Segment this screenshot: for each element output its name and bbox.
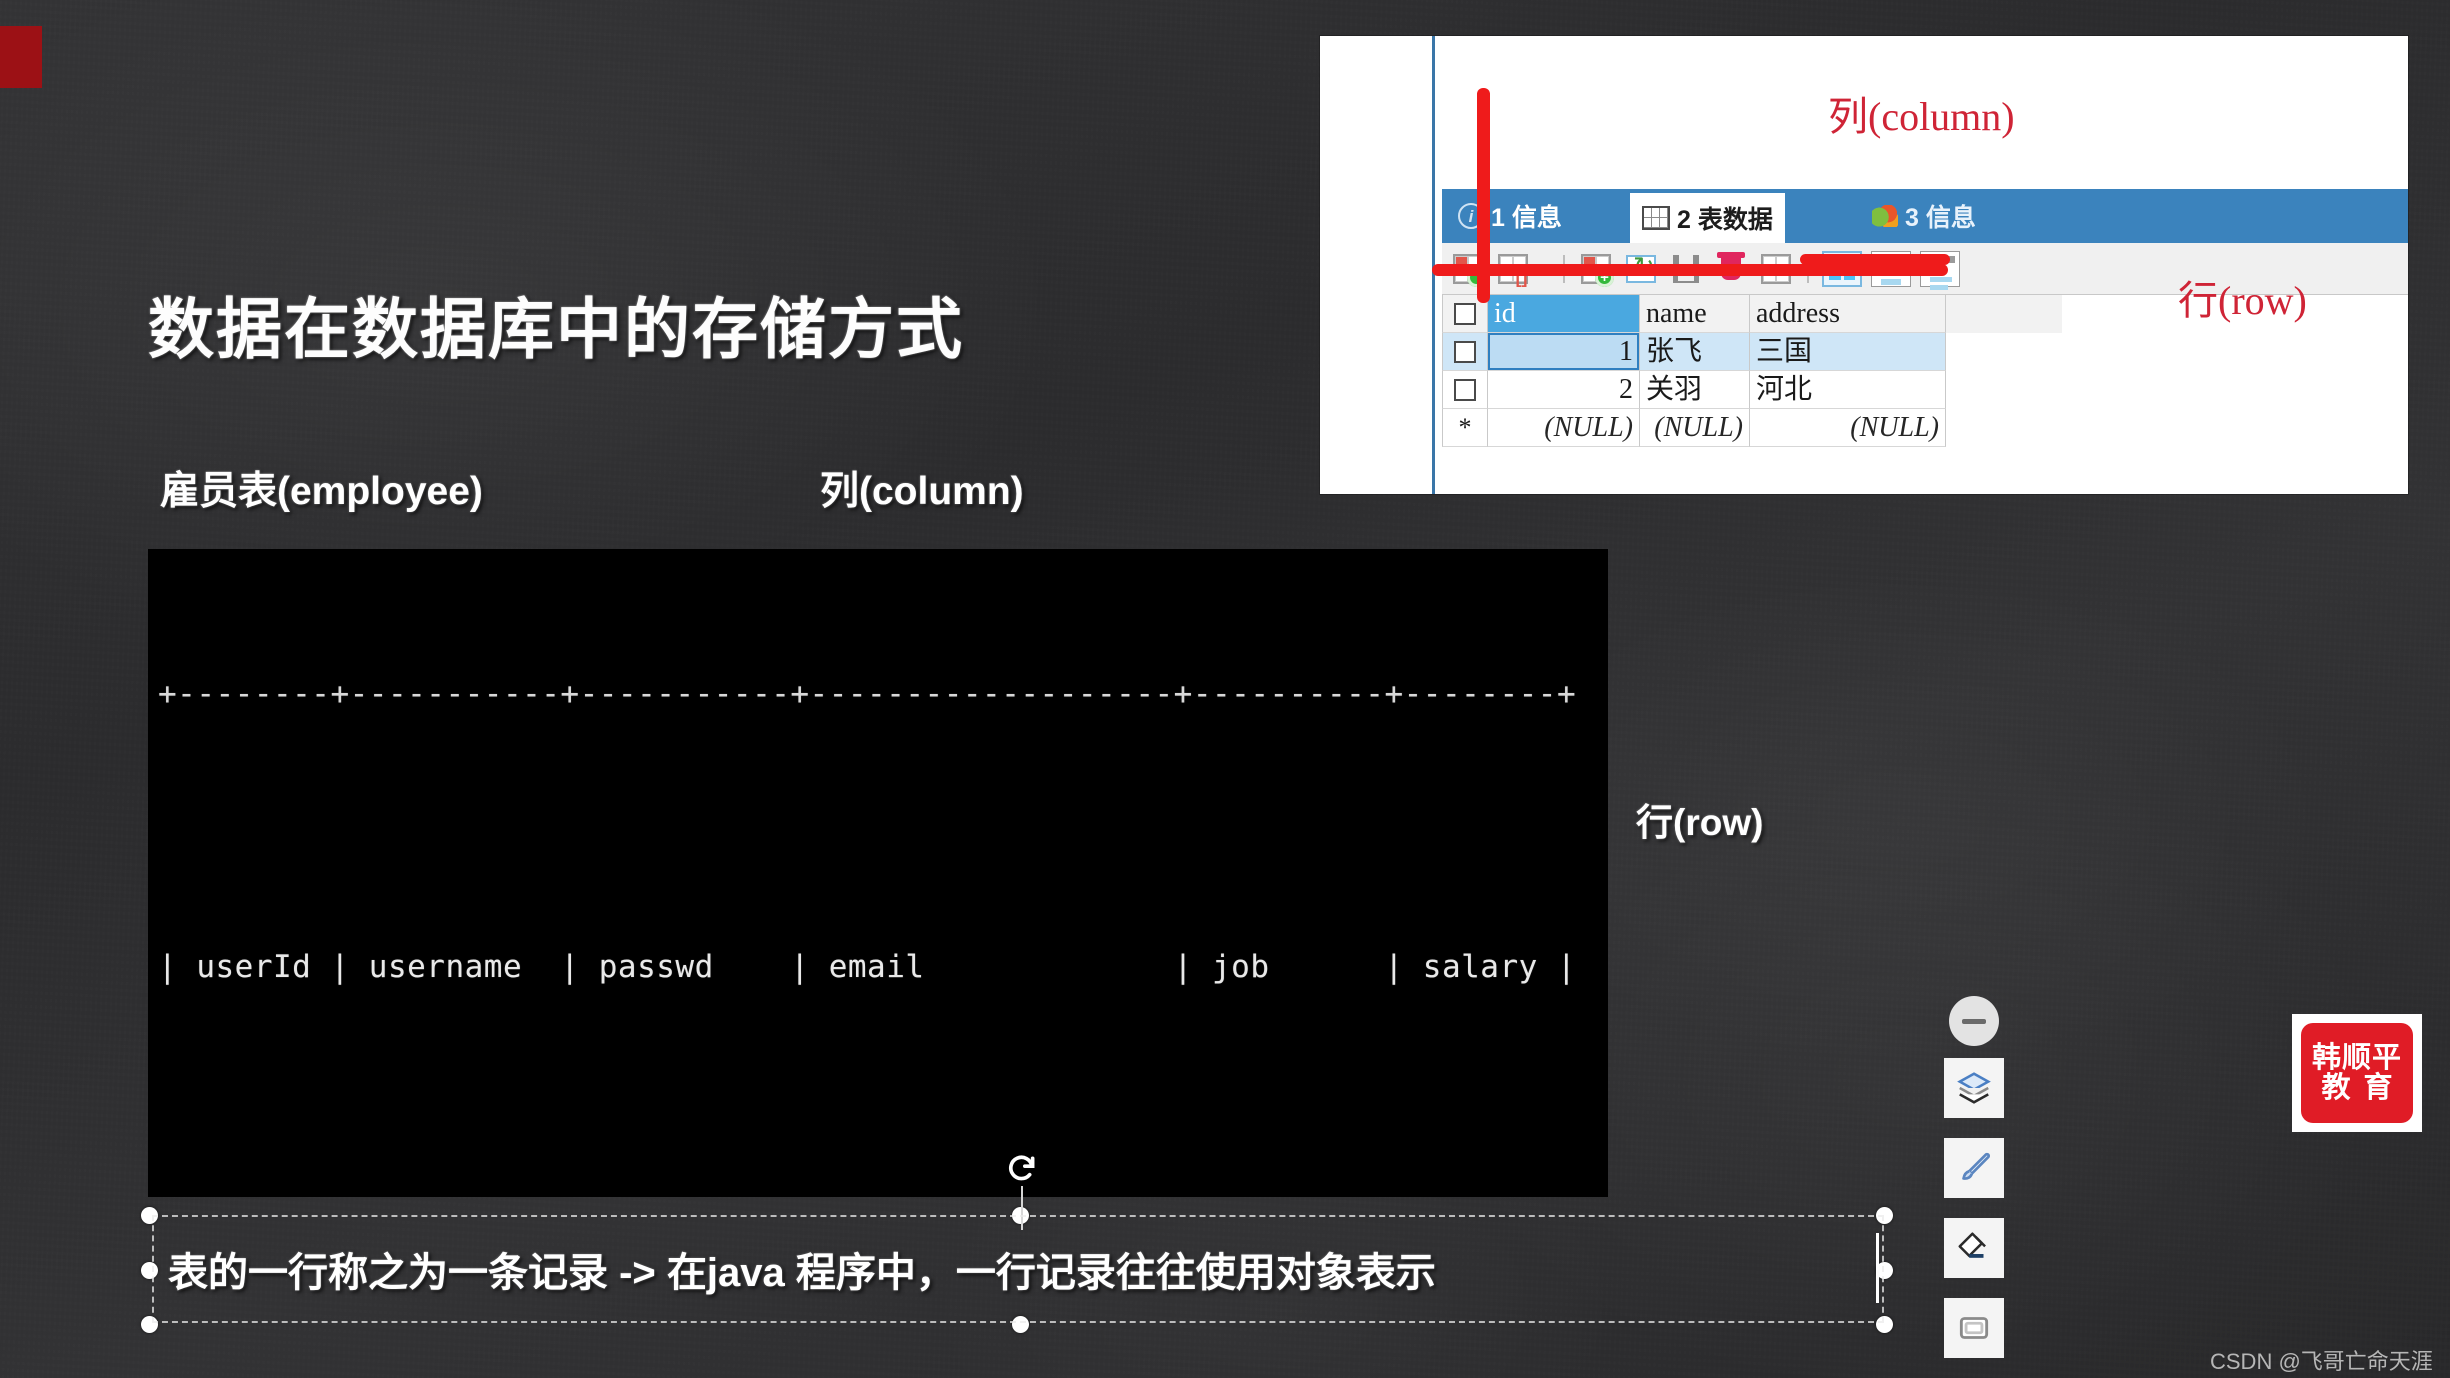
cell-address[interactable]: 三国 — [1750, 333, 1946, 371]
table-header-row: | userId | username | passwd | email | j… — [158, 949, 1577, 985]
grid-header-row: id name address — [1442, 295, 2062, 333]
cell-name[interactable]: 关羽 — [1640, 371, 1750, 409]
data-grid: id name address 1 张飞 三国 2 关羽 河北 * (NULL)… — [1442, 295, 2062, 447]
tab-info-1[interactable]: i 1 信息 — [1446, 189, 1574, 243]
cell-id[interactable]: 2 — [1488, 371, 1640, 409]
brand-logo: 韩顺平 教育 — [2292, 1014, 2422, 1132]
color-dots-icon — [1872, 205, 1898, 227]
label-employee-table: 雇员表(employee) — [160, 470, 483, 513]
logo-line-2: 教育 — [2321, 1072, 2406, 1104]
table-row[interactable]: 2 关羽 河北 — [1442, 371, 2062, 409]
row-checkbox[interactable] — [1442, 371, 1488, 409]
annotation-column-label: 列(column) — [1828, 94, 2015, 139]
cell-address[interactable]: (NULL) — [1750, 409, 1946, 447]
label-row: 行(row) — [1636, 802, 1764, 843]
logo-line-1: 韩顺平 — [2311, 1041, 2402, 1074]
cell-address[interactable]: 河北 — [1750, 371, 1946, 409]
annotation-row-label: 行(row) — [2178, 278, 2307, 323]
layers-icon[interactable] — [1944, 1058, 2004, 1118]
cell-name[interactable]: (NULL) — [1640, 409, 1750, 447]
watermark: CSDN @飞哥亡命天涯 — [2210, 1349, 2433, 1374]
terminal-screenshot: +--------+-----------+-----------+------… — [148, 549, 1608, 1197]
new-record-row[interactable]: * (NULL) (NULL) (NULL) — [1442, 409, 2062, 447]
brush-icon[interactable] — [1944, 1138, 2004, 1198]
new-row-marker: * — [1442, 409, 1488, 447]
page-title: 数据在数据库中的存储方式 — [148, 292, 964, 366]
column-header-id[interactable]: id — [1488, 295, 1640, 333]
table-divider-top: +--------+-----------+-----------+------… — [158, 676, 1577, 712]
red-marker-block — [0, 26, 42, 88]
table-grid-icon — [1642, 206, 1670, 230]
tab-table-data[interactable]: 2 表数据 — [1630, 193, 1785, 243]
rotate-icon[interactable] — [1005, 1152, 1039, 1186]
annotation-row-line — [1432, 264, 1948, 276]
terminal-output: +--------+-----------+-----------+------… — [148, 567, 1608, 1197]
row-checkbox[interactable] — [1442, 333, 1488, 371]
table-row[interactable]: 1 张飞 三国 — [1442, 333, 2062, 371]
inset-tab-bar: i 1 信息 2 表数据 3 信息 — [1442, 189, 2408, 243]
cell-id[interactable]: 1 — [1488, 333, 1640, 371]
tab-label: 1 信息 — [1491, 204, 1562, 232]
tab-label: 3 信息 — [1905, 204, 1976, 232]
tab-label: 2 表数据 — [1677, 206, 1773, 234]
label-column: 列(column) — [820, 470, 1024, 513]
cell-id[interactable]: (NULL) — [1488, 409, 1640, 447]
collapse-toolbar-button[interactable] — [1949, 996, 1999, 1046]
caption-text: 表的一行称之为一条记录 -> 在java 程序中，一行记录往往使用对象表示 — [168, 1251, 1436, 1295]
tab-info-3[interactable]: 3 信息 — [1860, 189, 1988, 243]
annotation-row-line-extra — [1800, 254, 1950, 265]
shape-icon[interactable] — [1944, 1298, 2004, 1358]
text-caret — [1876, 1233, 1879, 1303]
cell-name[interactable]: 张飞 — [1640, 333, 1750, 371]
column-header-address[interactable]: address — [1750, 295, 1946, 333]
eraser-icon[interactable] — [1944, 1218, 2004, 1278]
column-header-name[interactable]: name — [1640, 295, 1750, 333]
